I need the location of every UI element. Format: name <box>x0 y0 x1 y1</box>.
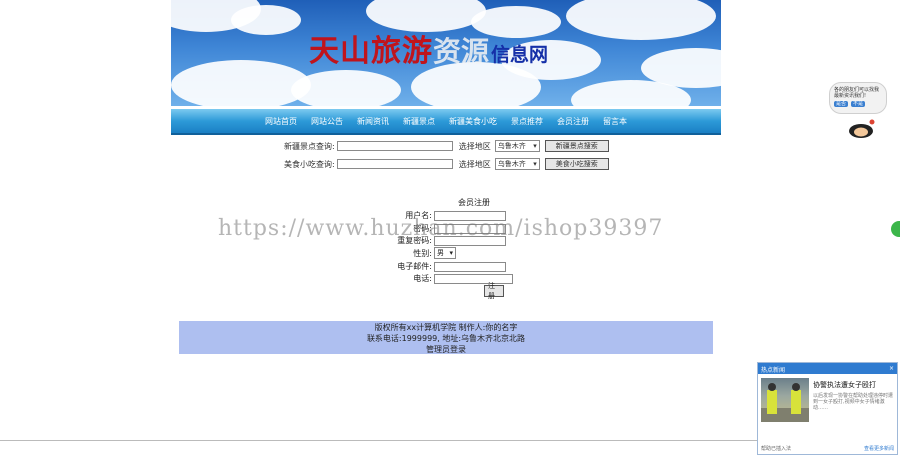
chat-text-2: 最新资讯我们! <box>834 93 867 99</box>
email-row: 电子邮件: <box>364 261 506 272</box>
phone-input[interactable] <box>434 273 513 284</box>
news-thumbnail[interactable] <box>761 378 809 422</box>
nav-news[interactable]: 新闻资讯 <box>350 116 396 127</box>
phone-label: 电话: <box>413 274 432 283</box>
bottom-divider <box>0 440 757 441</box>
watermark-text: https://www.huzhan.com/ishop39397 <box>218 216 664 241</box>
scenic-search-button[interactable]: 新疆景点搜索 <box>544 140 609 152</box>
footer-copyright: 版权所有xx计算机学院 制作人:你的名字 <box>374 323 518 332</box>
gender-row: 性别: 男 ▾ <box>364 247 456 259</box>
food-search-input[interactable] <box>336 159 453 169</box>
scenic-region-label: 选择地区 <box>458 141 491 151</box>
food-region-label: 选择地区 <box>458 159 491 169</box>
footer-contact: 联系电话:1999999, 地址:乌鲁木齐北京北路 <box>366 334 526 343</box>
register-title: 会员注册 <box>458 198 490 207</box>
food-search-row: 美食小吃查询: 选择地区 乌鲁木齐 ▾ 美食小吃搜索 <box>284 158 609 170</box>
chevron-down-icon: ▾ <box>533 142 537 150</box>
chat-yes-button[interactable]: 是否 <box>834 101 849 107</box>
main-nav: 网站首页 网站公告 新闻资讯 新疆景点 新疆美食小吃 景点推荐 会员注册 留言本 <box>171 109 721 135</box>
chat-avatar-icon[interactable] <box>846 118 876 138</box>
nav-recommended[interactable]: 景点推荐 <box>504 116 550 127</box>
site-title-red: 天山旅游 <box>309 34 433 69</box>
food-search-button[interactable]: 美食小吃搜索 <box>544 158 609 170</box>
news-footer-left[interactable]: 帮助已插入法 <box>761 445 791 452</box>
gender-label: 性别: <box>413 248 432 258</box>
nav-home[interactable]: 网站首页 <box>258 116 304 127</box>
site-title-blue: 信息网 <box>491 44 549 66</box>
close-icon[interactable]: × <box>889 365 894 372</box>
gender-value: 男 <box>437 249 444 257</box>
email-label: 电子邮件: <box>397 262 432 271</box>
nav-guestbook[interactable]: 留言本 <box>596 116 634 127</box>
news-popup-title: 热点新闻 <box>761 367 786 374</box>
email-input[interactable] <box>434 261 506 272</box>
food-search-label: 美食小吃查询: <box>284 159 335 169</box>
scenic-search-label: 新疆景点查询: <box>284 141 335 151</box>
admin-login-link[interactable]: 管理员登录 <box>179 344 713 355</box>
site-banner: 天山旅游 资源 信息网 <box>171 0 721 106</box>
scenic-region-select[interactable]: 乌鲁木齐 ▾ <box>494 140 540 152</box>
site-title: 天山旅游 资源 信息网 <box>309 26 548 70</box>
scenic-region-value: 乌鲁木齐 <box>497 142 526 150</box>
news-headline[interactable]: 协警执法遭女子殴打 <box>813 380 894 390</box>
nav-scenic-spots[interactable]: 新疆景点 <box>396 116 442 127</box>
site-title-white: 资源 <box>433 35 490 68</box>
scenic-search-row: 新疆景点查询: 选择地区 乌鲁木齐 ▾ 新疆景点搜索 <box>284 140 609 152</box>
chat-bubble[interactable]: 各的朋友们可以找我 最新资讯我们! 是否 不是 <box>829 82 887 114</box>
news-description: 以后发现一协警在帮助处理违停时遭到一女子殴打,视频中女子情绪激动…… <box>813 393 894 411</box>
news-popup: 热点新闻 × 协警执法遭女子殴打 以后发现一协警在帮助处理违停时遭到一女子殴打,… <box>757 362 898 455</box>
gender-select[interactable]: 男 ▾ <box>434 247 456 259</box>
chevron-down-icon: ▾ <box>533 160 537 168</box>
nav-food[interactable]: 新疆美食小吃 <box>442 116 504 127</box>
nav-announcements[interactable]: 网站公告 <box>304 116 350 127</box>
news-popup-header: 热点新闻 × <box>758 363 897 374</box>
chat-no-button[interactable]: 不是 <box>851 101 866 107</box>
site-footer: 版权所有xx计算机学院 制作人:你的名字 联系电话:1999999, 地址:乌鲁… <box>179 321 713 354</box>
register-submit-button[interactable]: 注册 <box>484 282 504 300</box>
chevron-down-icon: ▾ <box>449 249 453 257</box>
food-region-value: 乌鲁木齐 <box>497 160 526 168</box>
nav-register[interactable]: 会员注册 <box>550 116 596 127</box>
food-region-select[interactable]: 乌鲁木齐 ▾ <box>494 158 540 170</box>
news-more-link[interactable]: 查看更多新闻 <box>864 445 894 452</box>
news-photo-icon <box>761 383 809 422</box>
scenic-search-input[interactable] <box>336 141 453 151</box>
side-share-tab[interactable] <box>891 221 900 237</box>
